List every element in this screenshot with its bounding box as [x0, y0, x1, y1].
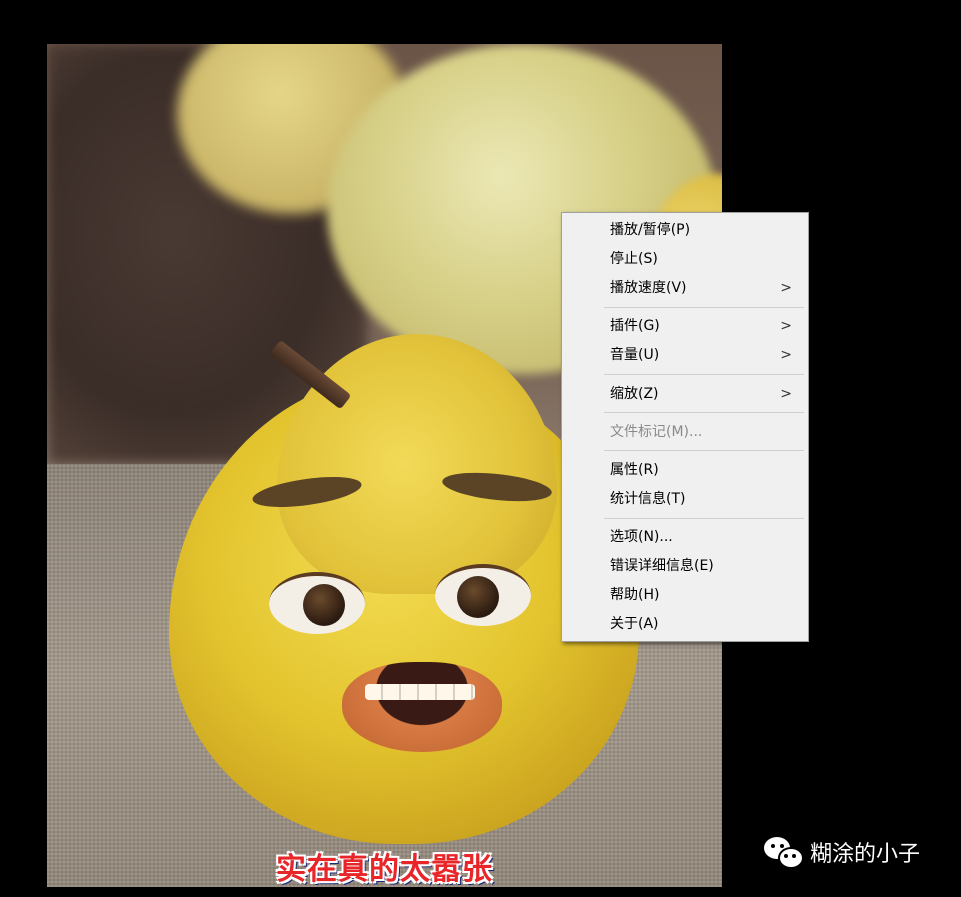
menu-item-label: 缩放(Z)	[610, 386, 659, 402]
menu-item-label: 关于(A)	[610, 616, 659, 632]
menu-item-label: 帮助(H)	[610, 587, 660, 603]
menu-item-zoom[interactable]: 缩放(Z) >	[564, 381, 806, 407]
menu-item-file-markers: 文件标记(M)...	[564, 419, 806, 445]
mouth	[342, 662, 502, 752]
menu-separator	[604, 374, 804, 375]
menu-item-label: 播放速度(V)	[610, 280, 687, 296]
menu-item-stop[interactable]: 停止(S)	[564, 246, 806, 272]
chevron-right-icon: >	[780, 318, 792, 334]
menu-item-volume[interactable]: 音量(U) >	[564, 342, 806, 368]
video-subtitle: 实在真的太嚣张	[276, 852, 493, 887]
menu-item-properties[interactable]: 属性(R)	[564, 457, 806, 483]
menu-item-label: 音量(U)	[610, 347, 660, 363]
eye-left	[269, 572, 365, 634]
menu-item-statistics[interactable]: 统计信息(T)	[564, 486, 806, 512]
menu-separator	[604, 518, 804, 519]
chevron-right-icon: >	[780, 280, 792, 296]
menu-item-label: 停止(S)	[610, 251, 658, 267]
menu-separator	[604, 307, 804, 308]
menu-item-play-pause[interactable]: 播放/暂停(P)	[564, 217, 806, 243]
menu-item-options[interactable]: 选项(N)...	[564, 524, 806, 550]
menu-item-label: 错误详细信息(E)	[610, 558, 714, 574]
menu-item-label: 播放/暂停(P)	[610, 222, 691, 238]
menu-item-label: 文件标记(M)...	[610, 424, 703, 440]
teeth	[365, 684, 475, 700]
menu-item-label: 插件(G)	[610, 318, 660, 334]
menu-item-about[interactable]: 关于(A)	[564, 611, 806, 637]
menu-item-help[interactable]: 帮助(H)	[564, 582, 806, 608]
menu-item-label: 统计信息(T)	[610, 491, 686, 507]
menu-item-label: 选项(N)...	[610, 529, 673, 545]
chevron-right-icon: >	[780, 386, 792, 402]
watermark: 糊涂的小子	[764, 834, 920, 870]
menu-item-plugins[interactable]: 插件(G) >	[564, 313, 806, 339]
menu-item-playback-speed[interactable]: 播放速度(V) >	[564, 275, 806, 301]
context-menu: 播放/暂停(P) 停止(S) 播放速度(V) > 插件(G) > 音量(U) >…	[561, 212, 809, 642]
watermark-text: 糊涂的小子	[810, 842, 921, 867]
wechat-icon	[764, 835, 804, 869]
menu-separator	[604, 450, 804, 451]
menu-item-label: 属性(R)	[610, 462, 659, 478]
menu-item-error-details[interactable]: 错误详细信息(E)	[564, 553, 806, 579]
eye-right	[435, 564, 531, 626]
menu-separator	[604, 412, 804, 413]
chevron-right-icon: >	[780, 347, 792, 363]
